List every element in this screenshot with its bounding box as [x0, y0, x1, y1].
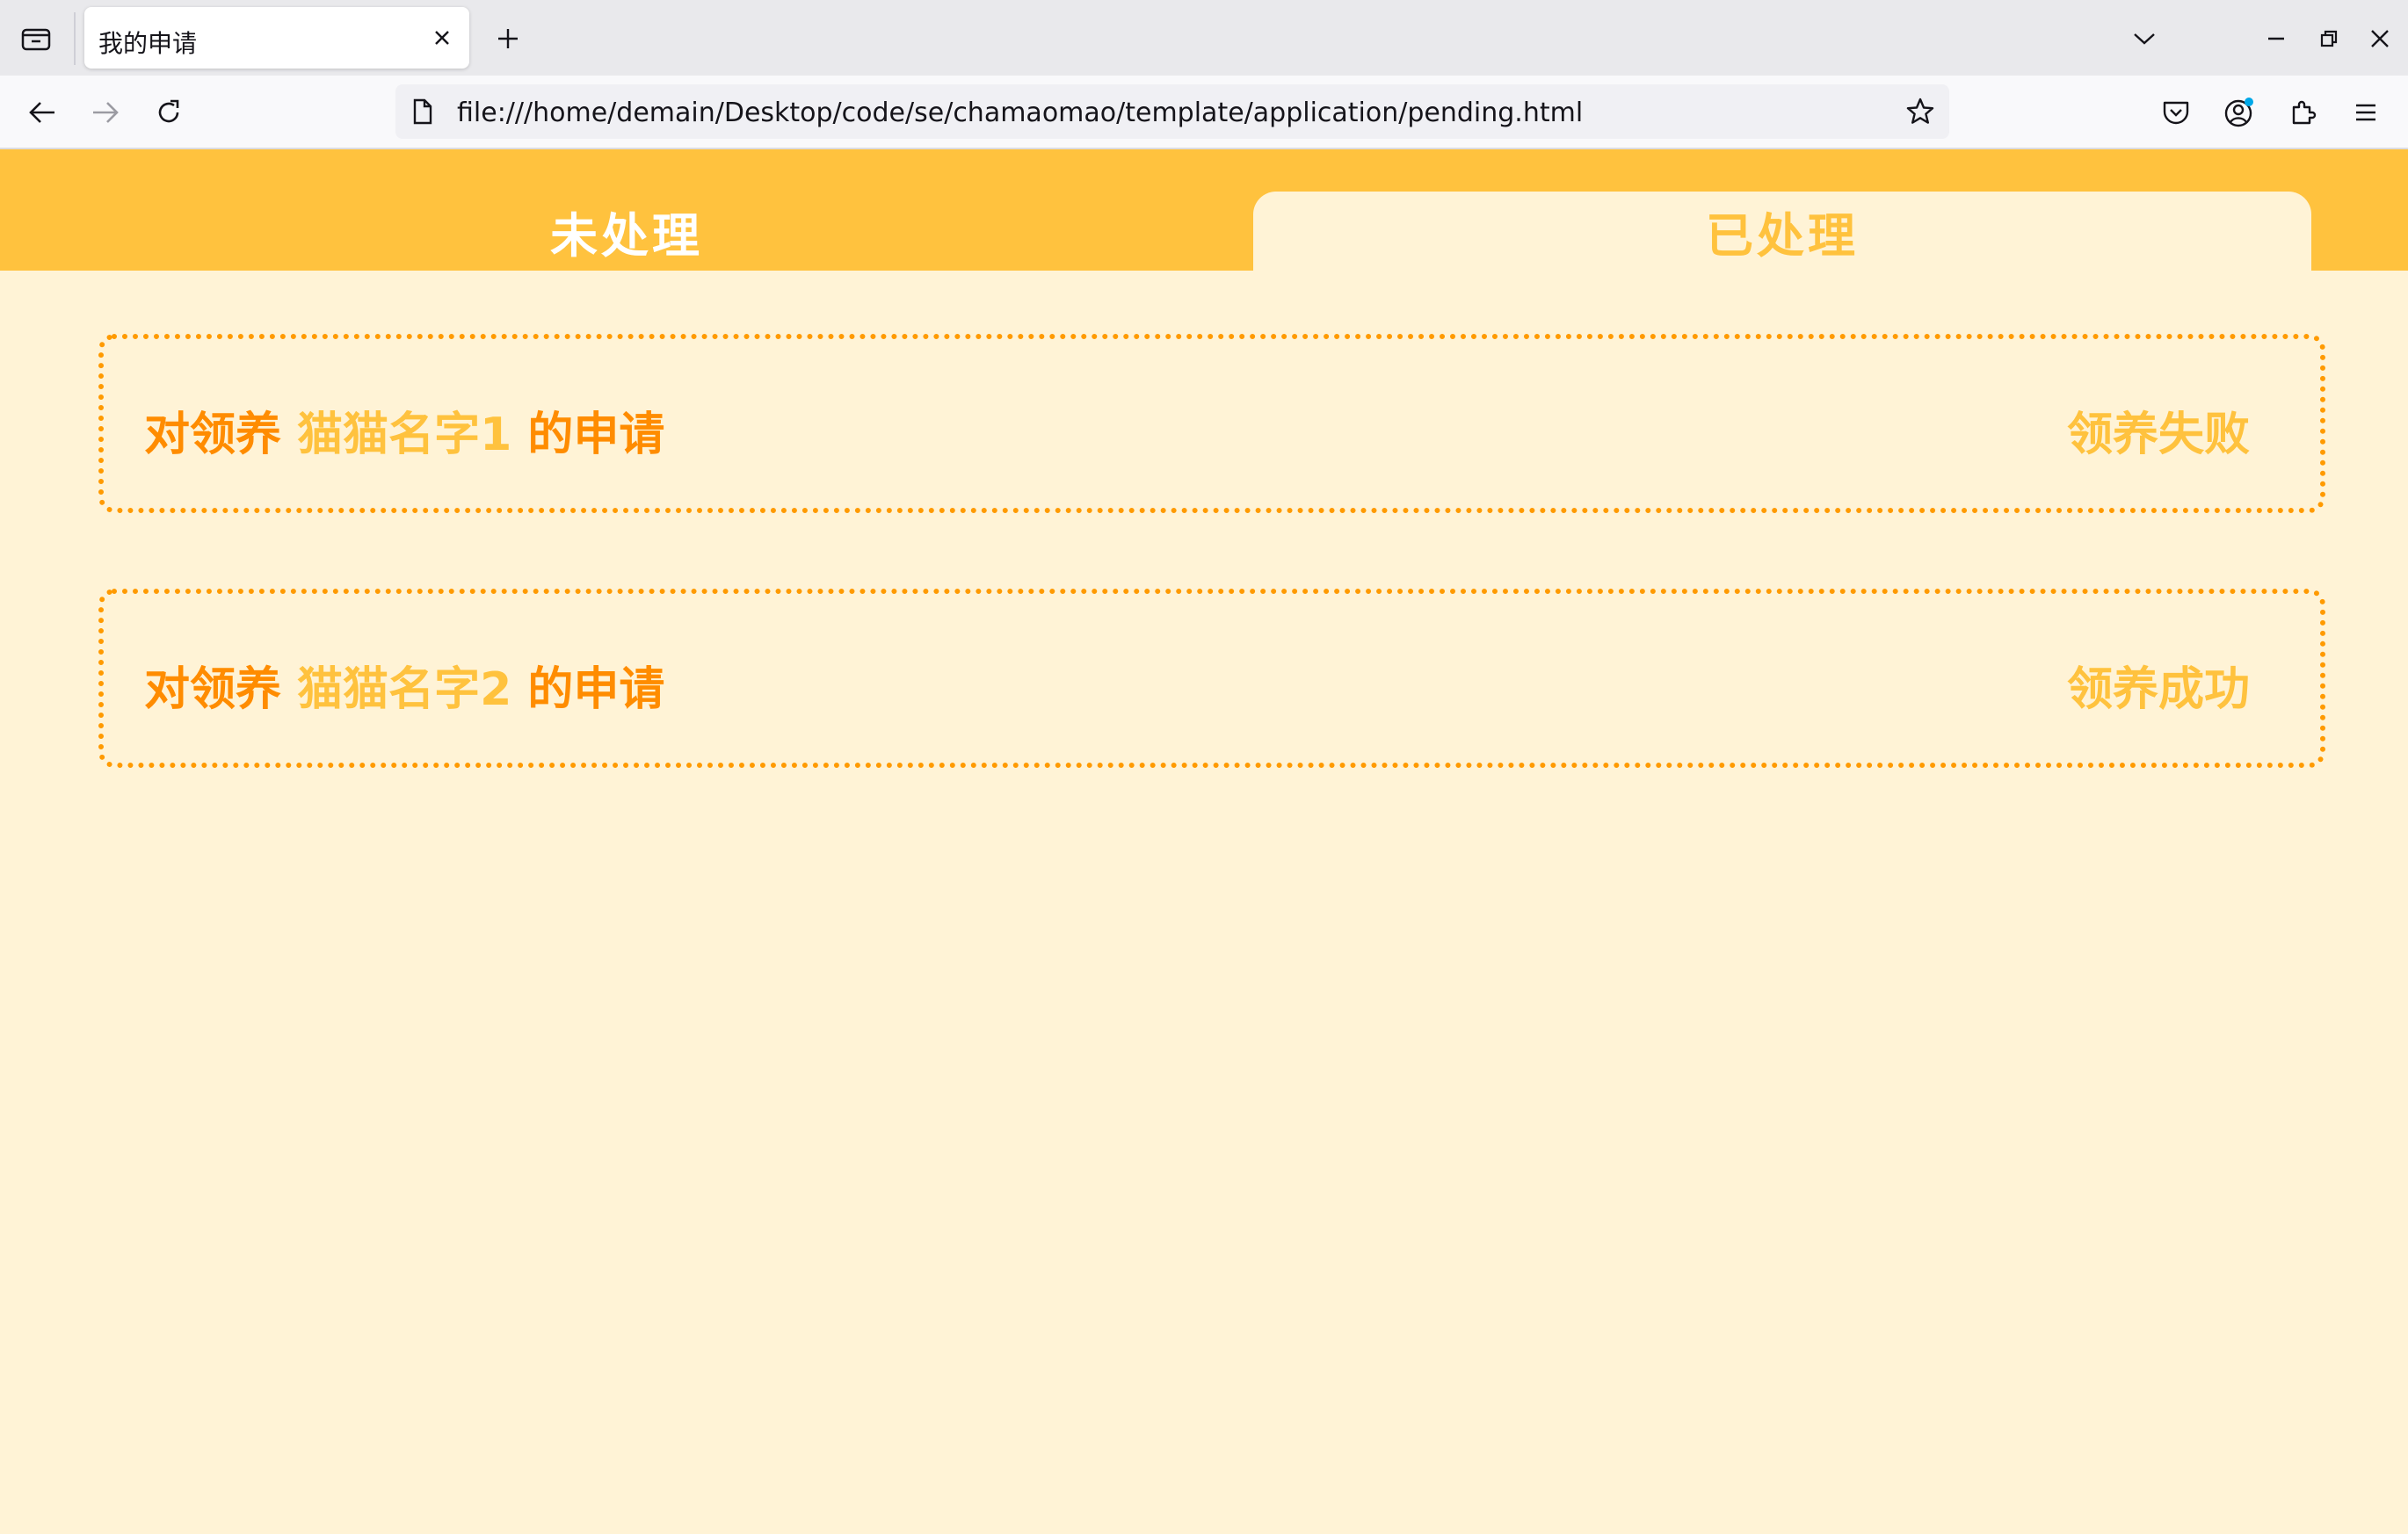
- arrow-right-icon: [91, 100, 120, 125]
- reload-icon: [155, 98, 183, 127]
- browser-tab-bar: 我的申请: [0, 0, 2408, 76]
- reload-button[interactable]: [148, 91, 190, 134]
- tab-processed[interactable]: 已处理: [1253, 192, 2311, 271]
- page-header: 未处理 已处理: [0, 149, 2408, 271]
- tab-overview-icon: [21, 25, 51, 51]
- window-restore-button[interactable]: [2310, 19, 2348, 58]
- bookmark-star-icon[interactable]: [1905, 97, 1935, 127]
- application-status: 领养成功: [2066, 663, 2250, 716]
- application-suffix: 的申请: [511, 663, 665, 716]
- url-bar[interactable]: file:///home/demain/Desktop/code/se/cham…: [395, 84, 1949, 139]
- chevron-down-icon: [2133, 32, 2156, 46]
- pocket-button[interactable]: [2155, 91, 2197, 134]
- hamburger-menu-icon: [2354, 102, 2378, 123]
- application-card[interactable]: 对领养 猫猫名字1 的申请 领养失败: [98, 334, 2325, 513]
- page-icon: [411, 98, 434, 125]
- browser-tab-active[interactable]: 我的申请: [84, 7, 469, 69]
- tab-separator: [74, 12, 76, 65]
- account-icon: [2223, 97, 2255, 128]
- window-close-button[interactable]: [2361, 19, 2399, 58]
- application-prefix: 对领养: [144, 663, 298, 716]
- list-all-tabs-button[interactable]: [2125, 19, 2164, 58]
- application-title: 对领养 猫猫名字2 的申请: [144, 652, 664, 718]
- extensions-button[interactable]: [2281, 91, 2324, 134]
- tab-close-button[interactable]: [424, 19, 461, 56]
- close-icon: [2370, 29, 2390, 48]
- application-suffix: 的申请: [511, 409, 665, 461]
- restore-icon: [2319, 29, 2339, 48]
- puzzle-icon: [2288, 98, 2317, 127]
- close-icon: [433, 29, 451, 47]
- tab-pending[interactable]: 未处理: [0, 192, 1253, 271]
- application-status: 领养失败: [2066, 409, 2250, 461]
- application-card[interactable]: 对领养 猫猫名字2 的申请 领养成功: [98, 589, 2325, 768]
- application-prefix: 对领养: [144, 409, 298, 461]
- application-title: 对领养 猫猫名字1 的申请: [144, 397, 664, 463]
- back-button[interactable]: [21, 91, 63, 134]
- window-minimize-button[interactable]: [2257, 19, 2296, 58]
- app-menu-button[interactable]: [2345, 91, 2387, 134]
- cat-name[interactable]: 猫猫名字2: [297, 663, 511, 716]
- account-button[interactable]: [2218, 91, 2260, 134]
- tab-overview-button[interactable]: [16, 18, 56, 58]
- tab-title: 我的申请: [98, 29, 198, 58]
- arrow-left-icon: [28, 100, 56, 125]
- pocket-icon: [2162, 99, 2190, 126]
- browser-nav-bar: file:///home/demain/Desktop/code/se/cham…: [0, 76, 2408, 149]
- cat-name[interactable]: 猫猫名字1: [297, 409, 511, 461]
- plus-icon: [496, 26, 520, 51]
- url-text[interactable]: file:///home/demain/Desktop/code/se/cham…: [457, 98, 1583, 128]
- forward-button[interactable]: [84, 91, 127, 134]
- new-tab-button[interactable]: [489, 19, 527, 58]
- minimize-icon: [2267, 29, 2286, 48]
